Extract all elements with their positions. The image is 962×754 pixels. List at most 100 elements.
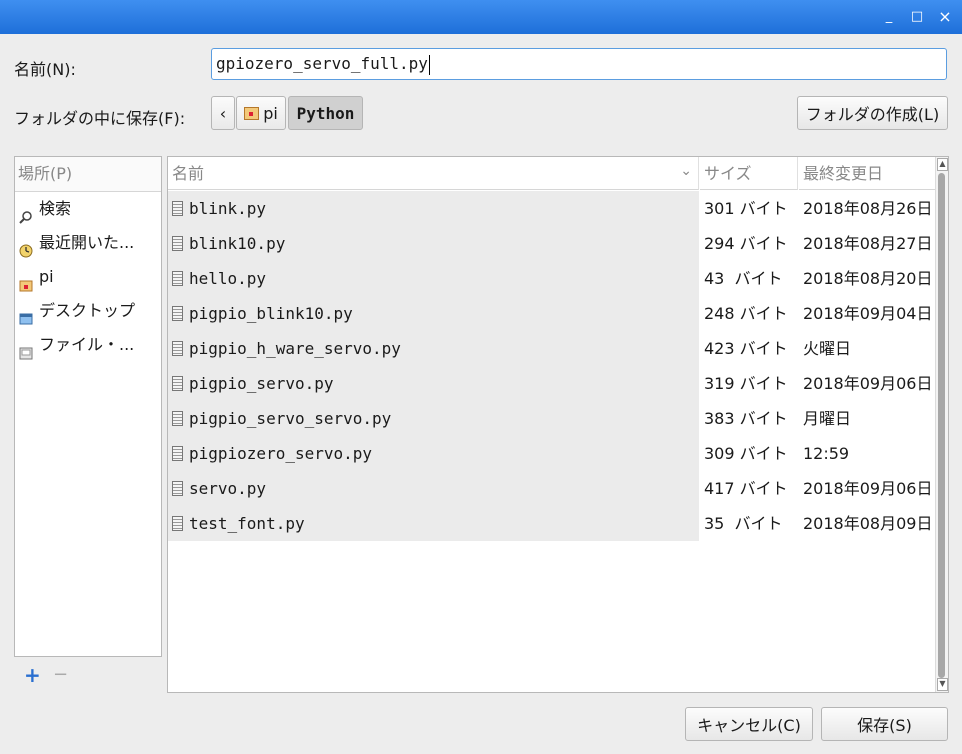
text-file-icon [172,446,183,461]
sidebar-item-desktop[interactable]: デスクトップ [15,294,161,328]
sidebar-item-label: pi [39,267,54,286]
home-folder-icon [19,270,33,292]
table-row[interactable]: servo.py 417 バイト 2018年09月06日 [168,471,936,506]
file-size: 319 バイト [704,374,788,393]
sidebar-item-label: 検索 [39,199,72,218]
file-name: test_font.py [189,514,305,533]
file-size: 417 バイト [704,479,788,498]
file-modified: 火曜日 [803,339,852,358]
table-row[interactable]: blink.py 301 バイト 2018年08月26日 [168,191,936,226]
folder-label: フォルダの中に保存(F): [14,109,186,128]
cancel-button[interactable]: キャンセル(C) [685,707,813,741]
file-name: servo.py [189,479,267,498]
path-button-pi[interactable]: pi [236,96,286,130]
path-button-python[interactable]: Python [288,96,363,130]
clock-icon [19,236,33,258]
text-caret [428,54,430,75]
add-place-button[interactable]: + [24,663,41,687]
file-name: pigpio_blink10.py [189,304,353,323]
column-header-modified[interactable]: 最終変更日 [799,157,936,190]
close-button[interactable]: × [934,6,956,28]
text-file-icon [172,201,183,216]
sort-descending-icon: ⌄ [680,163,692,179]
file-size: 423 バイト [704,339,788,358]
places-sidebar: 場所(P) 検索 最近開いた... pi デスクトップ ファイル・... [14,156,162,657]
file-modified: 2018年08月20日 [803,269,933,288]
file-name: pigpio_servo.py [189,374,334,393]
text-file-icon [172,411,183,426]
sidebar-item-search[interactable]: 検索 [15,192,161,226]
file-modified: 2018年08月09日 [803,514,933,533]
file-size: 43 バイト [704,269,783,288]
text-file-icon [172,271,183,286]
text-file-icon [172,516,183,531]
file-modified: 月曜日 [803,409,852,428]
path-button-label: Python [296,103,355,123]
file-name: pigpiozero_servo.py [189,444,373,463]
file-modified: 2018年08月26日 [803,199,933,218]
path-back-button[interactable]: ‹ [211,96,235,130]
table-row[interactable]: pigpiozero_servo.py 309 バイト 12:59 [168,436,936,471]
file-modified: 12:59 [803,444,850,463]
save-button[interactable]: 保存(S) [821,707,948,741]
table-row[interactable]: pigpio_h_ware_servo.py 423 バイト 火曜日 [168,331,936,366]
create-folder-label: フォルダの作成(L) [805,105,940,124]
sidebar-item-recent[interactable]: 最近開いた... [15,226,161,260]
table-row[interactable]: pigpio_servo.py 319 バイト 2018年09月06日 [168,366,936,401]
name-label: 名前(N): [14,60,76,79]
text-file-icon [172,306,183,321]
cancel-label: キャンセル(C) [697,716,801,735]
filename-input[interactable]: gpiozero_servo_full.py [211,48,947,80]
column-header-size[interactable]: サイズ [700,157,798,190]
text-file-icon [172,376,183,391]
file-size: 309 バイト [704,444,788,463]
file-name: blink.py [189,199,267,218]
file-name: pigpio_servo_servo.py [189,409,392,428]
sidebar-item-label: デスクトップ [39,301,136,320]
column-header-label: 名前 [172,164,205,183]
column-header-name[interactable]: 名前 ⌄ [168,157,699,190]
file-modified: 2018年09月06日 [803,374,933,393]
drive-icon [19,338,33,360]
column-header-label: サイズ [704,164,752,183]
file-list: 名前 ⌄ サイズ 最終変更日 blink.py 301 バイト 2018年08月… [167,156,949,693]
table-row[interactable]: test_font.py 35 バイト 2018年08月09日 [168,506,936,541]
sidebar-item-filesystem[interactable]: ファイル・... [15,328,161,362]
column-header-label: 最終変更日 [803,164,884,183]
home-folder-icon [244,106,260,120]
file-size: 301 バイト [704,199,788,218]
search-icon [19,202,33,224]
sidebar-item-label: 最近開いた... [39,233,135,252]
file-name: pigpio_h_ware_servo.py [189,339,401,358]
chevron-left-icon: ‹ [219,103,227,123]
text-file-icon [172,481,183,496]
table-row[interactable]: pigpio_servo_servo.py 383 バイト 月曜日 [168,401,936,436]
file-name: hello.py [189,269,267,288]
text-file-icon [172,236,183,251]
file-size: 383 バイト [704,409,788,428]
scroll-down-icon[interactable]: ▼ [937,678,948,691]
sidebar-item-pi[interactable]: pi [15,260,161,294]
filename-text: gpiozero_servo_full.py [216,54,428,73]
minimize-button[interactable]: _ [878,6,900,28]
table-row[interactable]: blink10.py 294 バイト 2018年08月27日 [168,226,936,261]
file-size: 294 バイト [704,234,788,253]
title-bar: _ □ × [0,0,962,34]
remove-place-button[interactable]: − [53,664,68,685]
save-label: 保存(S) [857,716,912,735]
file-name: blink10.py [189,234,286,253]
places-header[interactable]: 場所(P) [15,157,161,192]
scrollbar-thumb[interactable] [938,173,945,678]
path-button-label: pi [263,103,278,123]
sidebar-item-label: ファイル・... [39,335,135,354]
vertical-scrollbar[interactable]: ▲ ▼ [935,157,948,692]
desktop-icon [19,304,33,325]
scroll-up-icon[interactable]: ▲ [937,158,948,171]
file-size: 248 バイト [704,304,788,323]
table-row[interactable]: hello.py 43 バイト 2018年08月20日 [168,261,936,296]
table-row[interactable]: pigpio_blink10.py 248 バイト 2018年09月04日 [168,296,936,331]
text-file-icon [172,341,183,356]
maximize-button[interactable]: □ [906,6,928,28]
file-modified: 2018年09月04日 [803,304,933,323]
create-folder-button[interactable]: フォルダの作成(L) [797,96,948,130]
